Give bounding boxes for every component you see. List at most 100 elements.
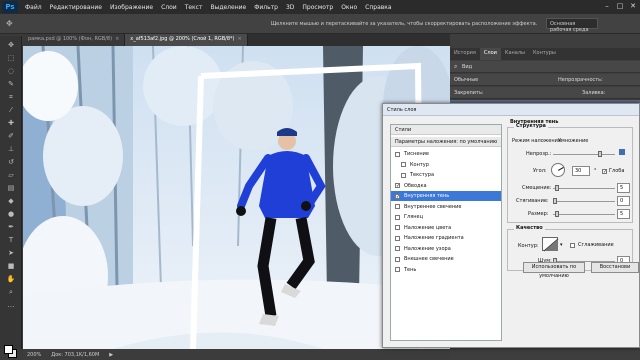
layer-blend-mode[interactable]: Обычные bbox=[454, 77, 478, 83]
zoom-tool-icon[interactable]: ⌕ bbox=[5, 287, 17, 297]
style-item[interactable]: Наложение цвета bbox=[391, 223, 501, 233]
style-item[interactable]: Наложение градиента bbox=[391, 233, 501, 243]
menu-item[interactable]: Фильтр bbox=[250, 4, 282, 11]
size-thumb[interactable] bbox=[555, 211, 559, 217]
blend-options-item[interactable]: Параметры наложения: по умолчанию bbox=[391, 137, 501, 147]
style-item[interactable]: Глянец bbox=[391, 212, 501, 222]
style-item[interactable]: Обводка bbox=[391, 181, 501, 191]
maximize-button[interactable]: □ bbox=[615, 1, 625, 10]
history-brush-tool-icon[interactable]: ↺ bbox=[5, 157, 17, 167]
choke-slider[interactable] bbox=[553, 198, 615, 204]
style-checkbox[interactable] bbox=[395, 204, 400, 209]
hand-tool-icon[interactable]: ✋ bbox=[5, 274, 17, 284]
layer-filter[interactable]: Вид bbox=[462, 64, 472, 70]
style-item[interactable]: Текстура bbox=[391, 170, 501, 180]
blur-tool-icon[interactable]: ◆ bbox=[5, 196, 17, 206]
brush-tool-icon[interactable]: ✐ bbox=[5, 131, 17, 141]
minimize-button[interactable]: – bbox=[602, 1, 612, 10]
tab-history[interactable]: История bbox=[450, 48, 480, 60]
menu-item[interactable]: Слои bbox=[157, 4, 181, 11]
opacity-thumb[interactable] bbox=[597, 151, 602, 157]
style-checkbox[interactable] bbox=[401, 162, 406, 167]
style-checkbox[interactable] bbox=[395, 256, 400, 262]
workspace-select[interactable]: Основная рабочая среда bbox=[546, 18, 598, 33]
style-item[interactable]: Внешнее свечение bbox=[391, 254, 501, 264]
move-tool-icon[interactable]: ✥ bbox=[5, 40, 17, 50]
panel-tabs: История Слои Каналы Контуры bbox=[450, 48, 640, 60]
offset-input[interactable]: 5 bbox=[617, 183, 630, 193]
angle-input[interactable]: 30 bbox=[572, 166, 590, 176]
style-checkbox[interactable] bbox=[395, 183, 400, 188]
menu-item[interactable]: Изображение bbox=[106, 4, 157, 11]
style-label: Наложение градиента bbox=[404, 235, 464, 241]
antialias-checkbox[interactable] bbox=[570, 243, 575, 248]
shadow-color-swatch[interactable] bbox=[619, 149, 625, 155]
angle-dial[interactable] bbox=[551, 163, 565, 177]
opacity-label: Непрозр.: bbox=[526, 151, 552, 157]
style-item[interactable]: Тень bbox=[391, 265, 501, 275]
style-checkbox[interactable] bbox=[395, 267, 400, 272]
close-icon[interactable]: × bbox=[237, 36, 241, 42]
blend-mode-value[interactable]: Умножение bbox=[558, 138, 588, 144]
tab-layers[interactable]: Слои bbox=[479, 48, 501, 60]
style-item[interactable]: Внутренняя тень bbox=[391, 191, 501, 201]
eraser-tool-icon[interactable]: ▱ bbox=[5, 170, 17, 180]
make-default-button[interactable]: Использовать по умолчанию bbox=[523, 262, 585, 279]
offset-slider[interactable] bbox=[553, 185, 615, 191]
gradient-tool-icon[interactable]: ▤ bbox=[5, 183, 17, 193]
close-icon[interactable]: × bbox=[115, 36, 119, 42]
path-select-tool-icon[interactable]: ➤ bbox=[5, 248, 17, 258]
menu-item[interactable]: Окно bbox=[337, 4, 361, 11]
chevron-down-icon[interactable]: ▾ bbox=[560, 242, 563, 248]
close-button[interactable]: ✕ bbox=[628, 1, 638, 10]
style-checkbox[interactable] bbox=[395, 193, 400, 199]
style-checkbox[interactable] bbox=[395, 225, 400, 230]
style-item[interactable]: Наложение узора bbox=[391, 244, 501, 254]
shape-tool-icon[interactable]: ■ bbox=[5, 261, 17, 271]
menu-item[interactable]: Текст bbox=[181, 4, 207, 11]
menu-item[interactable]: Файл bbox=[21, 4, 46, 11]
crop-tool-icon[interactable]: ⌗ bbox=[5, 92, 17, 102]
offset-thumb[interactable] bbox=[555, 185, 559, 191]
lasso-tool-icon[interactable]: ◌ bbox=[5, 66, 17, 76]
global-light-checkbox[interactable] bbox=[602, 169, 607, 174]
marquee-tool-icon[interactable]: ⬚ bbox=[5, 53, 17, 63]
tab-ramka[interactable]: рамка.psd @ 100% (Фон, RGB/8) × bbox=[23, 34, 126, 46]
eyedropper-tool-icon[interactable]: ⁄ bbox=[5, 105, 17, 115]
arrow-right-icon[interactable]: ▶ bbox=[109, 352, 113, 358]
style-checkbox[interactable] bbox=[395, 214, 400, 220]
style-checkbox[interactable] bbox=[395, 151, 400, 157]
healing-tool-icon[interactable]: ✚ bbox=[5, 118, 17, 128]
dodge-tool-icon[interactable]: ● bbox=[5, 209, 17, 219]
foreground-color-swatch[interactable] bbox=[4, 345, 13, 354]
opacity-slider[interactable] bbox=[553, 151, 615, 157]
contour-preview[interactable] bbox=[542, 237, 559, 252]
menu-item[interactable]: Редактирование bbox=[46, 4, 106, 11]
style-item[interactable]: Контур bbox=[391, 160, 501, 170]
pen-tool-icon[interactable]: ✒ bbox=[5, 222, 17, 232]
tab-channels[interactable]: Каналы bbox=[501, 48, 529, 60]
move-tool-icon[interactable]: ✥ bbox=[6, 19, 13, 28]
choke-thumb[interactable] bbox=[553, 198, 557, 204]
choke-input[interactable]: 0 bbox=[617, 196, 630, 206]
menu-item[interactable]: Выделение bbox=[206, 4, 250, 11]
styles-header[interactable]: Стили bbox=[391, 125, 501, 135]
size-input[interactable]: 5 bbox=[617, 209, 630, 219]
type-tool-icon[interactable]: T bbox=[5, 235, 17, 245]
style-item[interactable]: Тиснение bbox=[391, 149, 501, 159]
reset-default-button[interactable]: Восстанови bbox=[591, 262, 639, 273]
style-checkbox[interactable] bbox=[401, 172, 406, 178]
menu-item[interactable]: 3D bbox=[282, 4, 298, 11]
zoom-level[interactable]: 200% bbox=[27, 352, 41, 358]
quick-select-tool-icon[interactable]: ✎ bbox=[5, 79, 17, 89]
style-checkbox[interactable] bbox=[395, 246, 400, 251]
menu-item[interactable]: Просмотр bbox=[298, 4, 337, 11]
style-checkbox[interactable] bbox=[395, 235, 400, 241]
tab-paths[interactable]: Контуры bbox=[529, 48, 560, 60]
tab-photo[interactable]: x_af513af2.jpg @ 200% (Слой 1, RGB/8*) × bbox=[125, 34, 248, 46]
menu-item[interactable]: Справка bbox=[361, 4, 395, 11]
stamp-tool-icon[interactable]: ⊥ bbox=[5, 144, 17, 154]
size-slider[interactable] bbox=[553, 211, 615, 217]
ellipsis-icon[interactable]: … bbox=[5, 300, 17, 310]
style-item[interactable]: Внутреннее свечение bbox=[391, 202, 501, 212]
